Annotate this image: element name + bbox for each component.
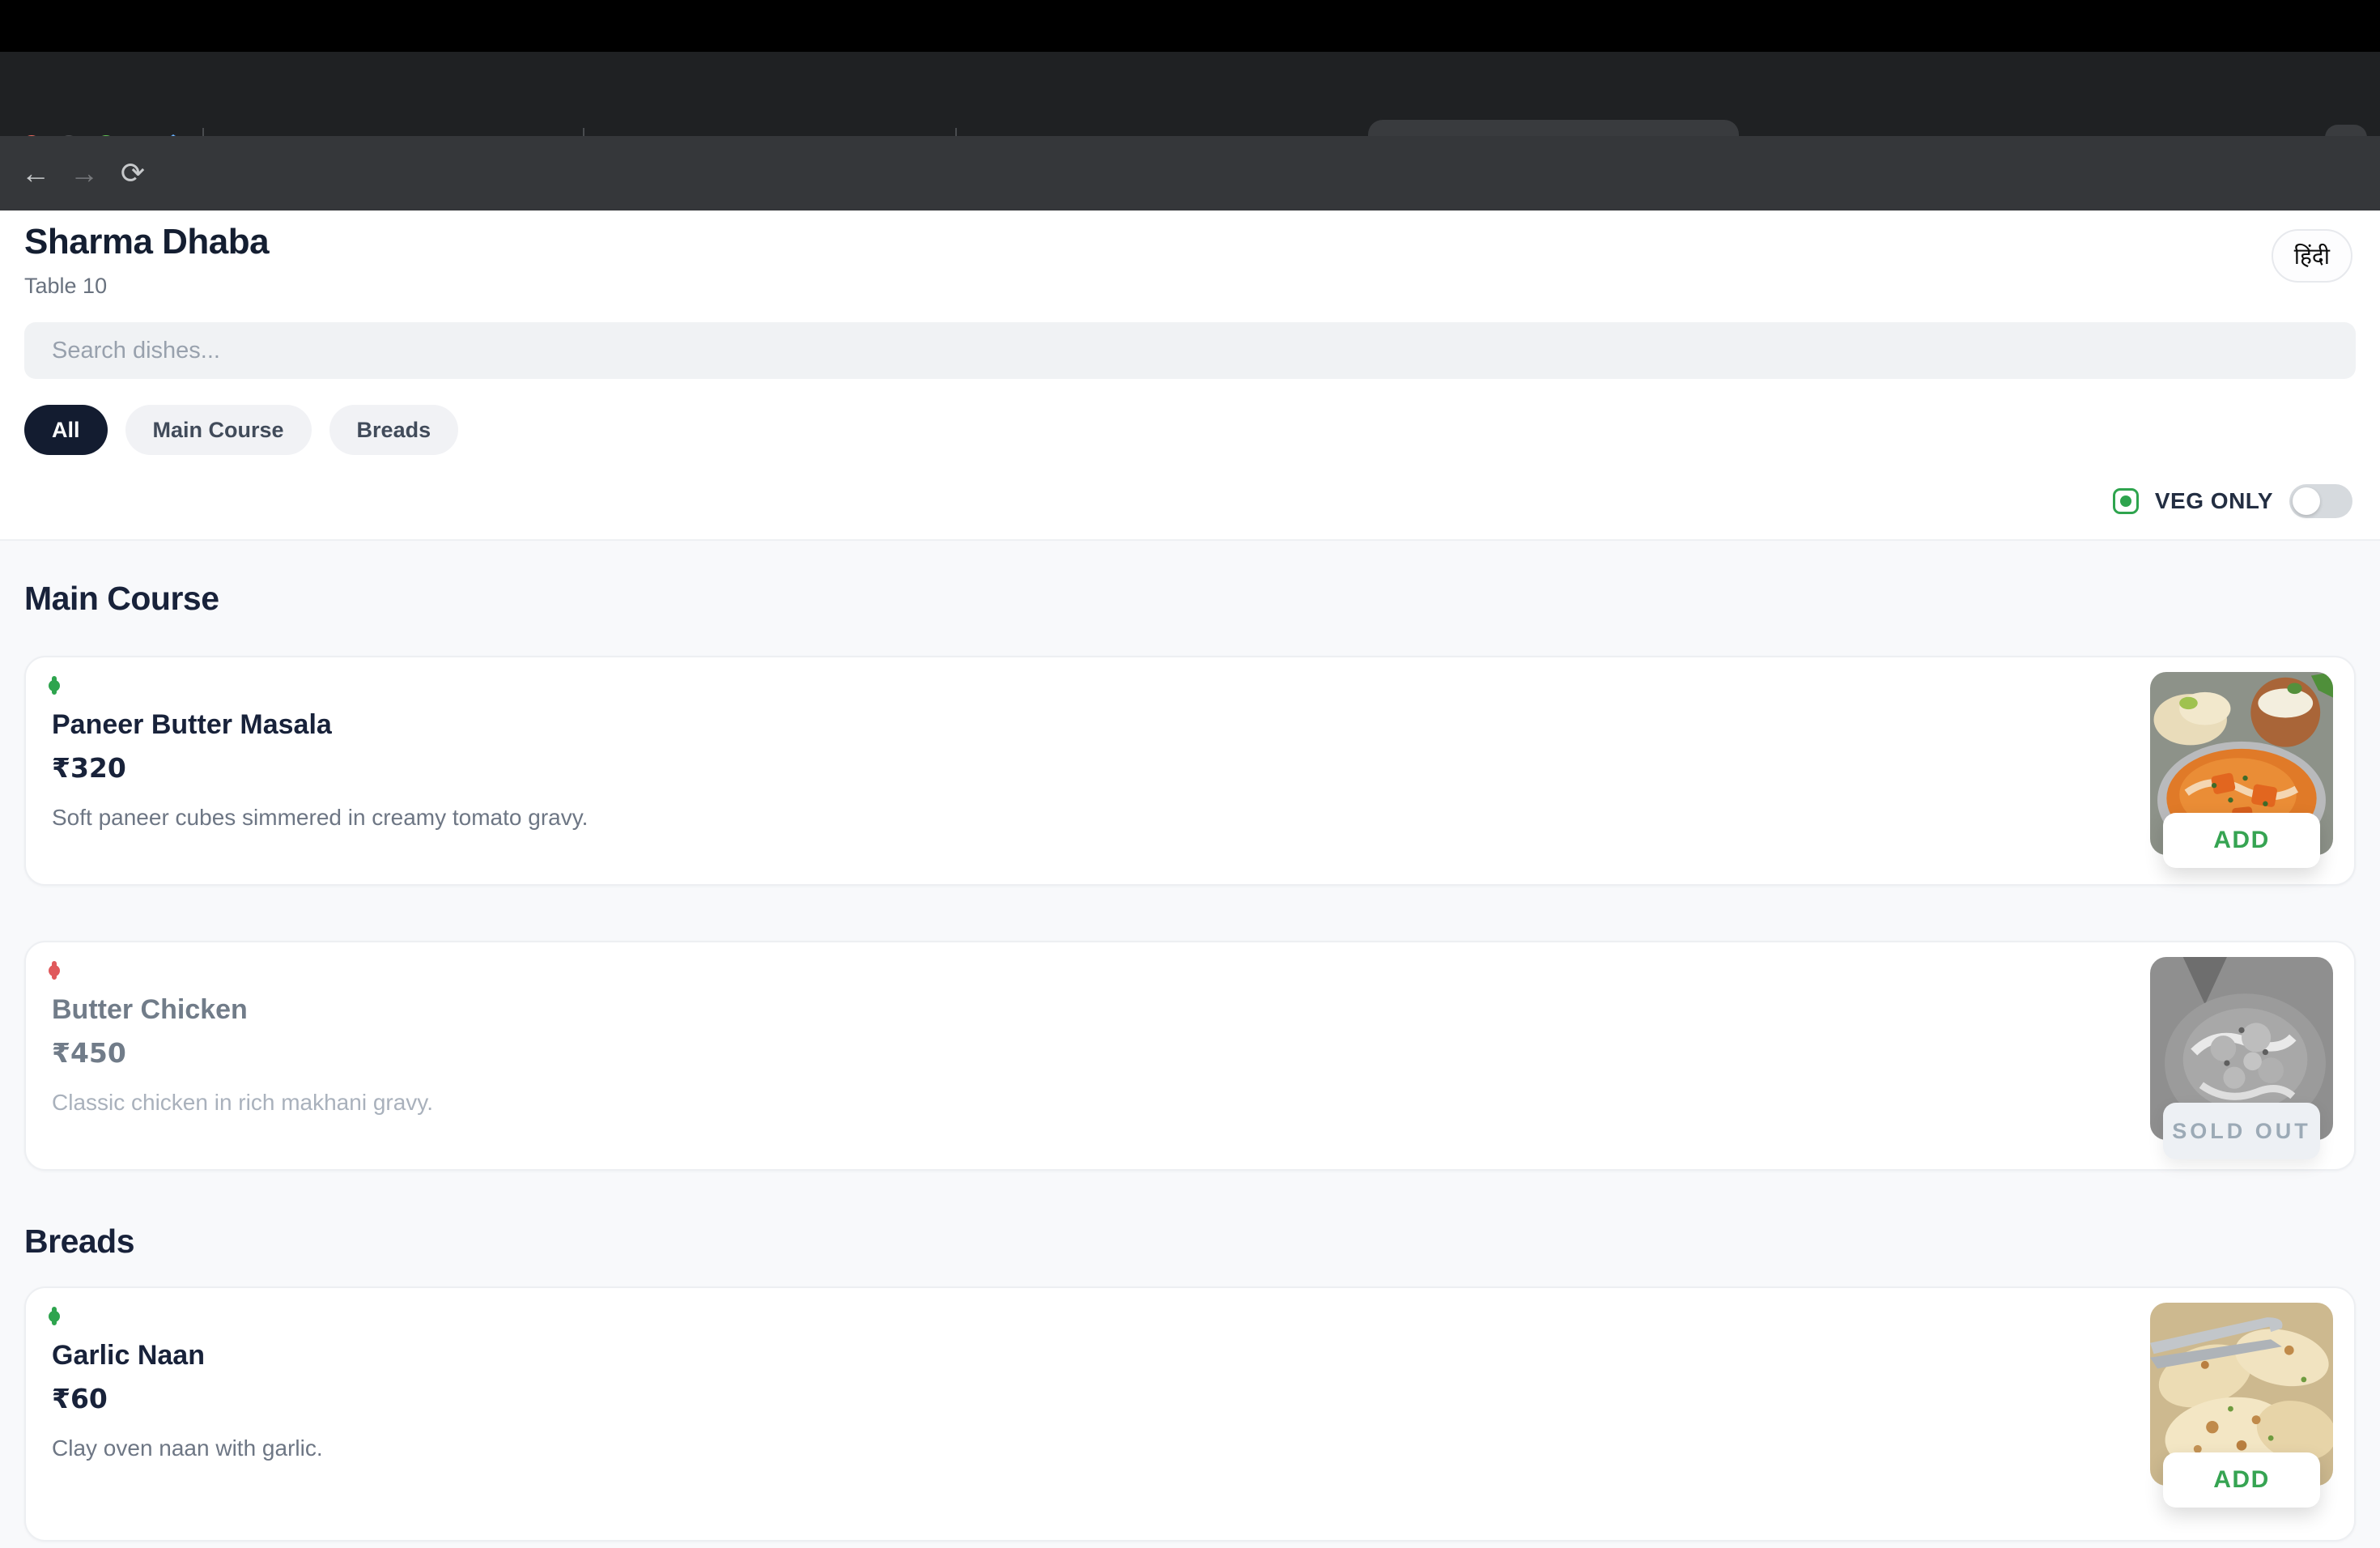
veg-only-label: VEG ONLY — [2155, 488, 2273, 514]
category-filter-chips: All Main Course Breads — [24, 405, 458, 455]
add-button[interactable]: ADD — [2163, 813, 2320, 868]
restaurant-menu-page: Sharma Dhaba Table 10 हिंदी All Main Cou… — [0, 211, 2380, 1548]
sold-out-badge: SOLD OUT — [2163, 1103, 2320, 1159]
forward-button[interactable]: → — [60, 156, 108, 190]
non-veg-icon — [52, 961, 57, 980]
item-price: ₹320 — [52, 752, 588, 784]
section-title-breads: Breads — [24, 1223, 134, 1261]
item-description: Soft paneer cubes simmered in creamy tom… — [52, 805, 588, 831]
item-description: Classic chicken in rich makhani gravy. — [52, 1090, 433, 1116]
mac-titlebar — [0, 0, 2380, 52]
table-number: Table 10 — [24, 274, 107, 299]
browser-tabstrip: 🚀 NeetCode All - Complete Pro ✕ P Produc… — [0, 52, 2380, 136]
menu-item-card: Garlic Naan ₹60 Clay oven naan with garl… — [24, 1286, 2356, 1542]
item-name: Butter Chicken — [52, 994, 433, 1026]
item-price: ₹450 — [52, 1037, 433, 1069]
browser-toolbar: ← → ⟳ scanivo.healteo.in/r/lqvhjDNX0lve/… — [0, 136, 2380, 211]
item-name: Garlic Naan — [52, 1340, 323, 1372]
menu-item-card: Paneer Butter Masala ₹320 Soft paneer cu… — [24, 656, 2356, 886]
menu-section: Main Course Paneer Butter Masala ₹320 So… — [0, 539, 2380, 1548]
language-toggle-button[interactable]: हिंदी — [2272, 229, 2352, 283]
veg-icon — [52, 1307, 57, 1325]
section-title-main-course: Main Course — [24, 580, 219, 618]
item-price: ₹60 — [52, 1383, 323, 1414]
veg-icon — [2113, 488, 2139, 514]
veg-only-toggle[interactable] — [2289, 484, 2352, 518]
chip-breads[interactable]: Breads — [329, 405, 459, 455]
veg-icon — [52, 676, 57, 695]
add-button[interactable]: ADD — [2163, 1452, 2320, 1508]
back-button[interactable]: ← — [11, 156, 60, 190]
search-input[interactable] — [24, 322, 2356, 379]
chip-all[interactable]: All — [24, 405, 108, 455]
chip-main-course[interactable]: Main Course — [125, 405, 312, 455]
menu-item-card: Butter Chicken ₹450 Classic chicken in r… — [24, 941, 2356, 1171]
veg-only-control: VEG ONLY — [2113, 484, 2352, 518]
item-description: Clay oven naan with garlic. — [52, 1435, 323, 1461]
reload-button[interactable]: ⟳ — [108, 156, 157, 190]
page-title: Sharma Dhaba — [24, 222, 269, 262]
item-name: Paneer Butter Masala — [52, 709, 588, 741]
